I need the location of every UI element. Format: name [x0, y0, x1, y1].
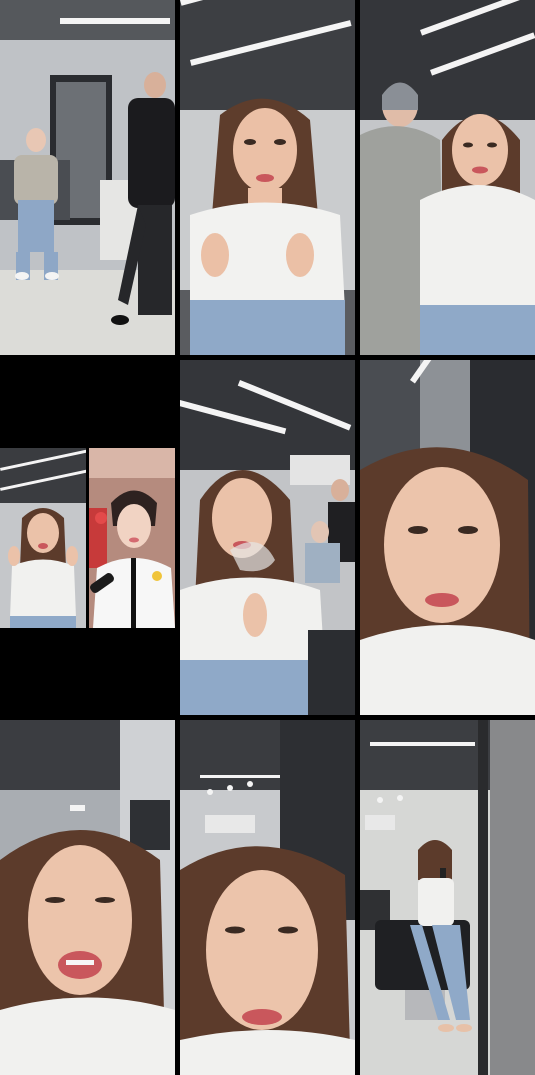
two-women-scene	[360, 0, 535, 355]
tile-woman-singing	[0, 720, 175, 1075]
mirror-selfie-scene	[360, 720, 535, 1075]
woman-singing-scene	[0, 720, 175, 1075]
duet-left-panel	[0, 448, 86, 628]
woman-hands-up-scene	[180, 0, 355, 355]
tile-split-duet	[0, 360, 175, 715]
tile-woman-smoke	[180, 360, 355, 715]
salon-wide-scene	[0, 0, 175, 355]
duet-right-scene	[89, 448, 175, 628]
tile-woman-hands-up	[180, 0, 355, 355]
woman-closeup-scene	[360, 360, 535, 715]
tile-mirror-selfie	[360, 720, 535, 1075]
tile-woman-lowangle	[180, 720, 355, 1075]
woman-lowangle-scene	[180, 720, 355, 1075]
duet-left-scene	[0, 448, 86, 628]
video-collage-grid	[0, 0, 535, 1075]
tile-salon-wide	[0, 0, 175, 355]
woman-smoke-scene	[180, 360, 355, 715]
tile-two-women	[360, 0, 535, 355]
duet-right-panel	[89, 448, 175, 628]
tile-woman-closeup	[360, 360, 535, 715]
